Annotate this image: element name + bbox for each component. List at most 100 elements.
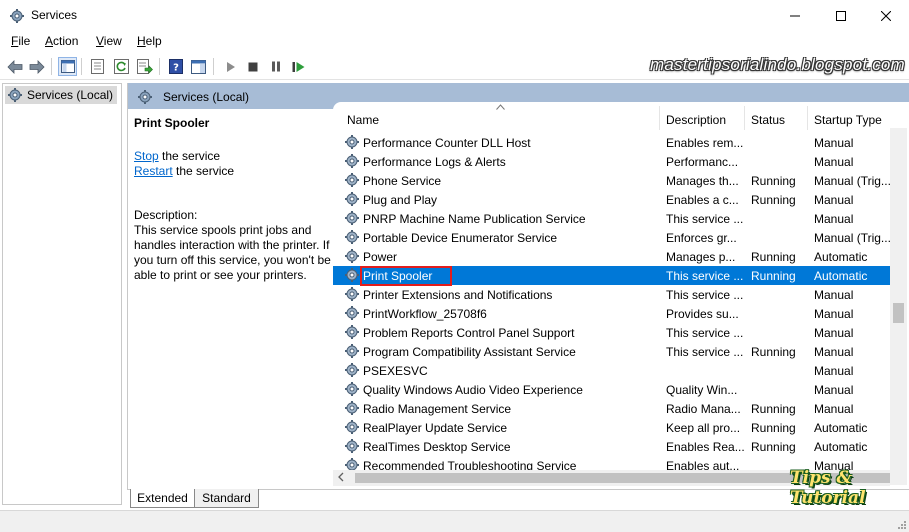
service-description-cell: Manages th... (666, 174, 739, 188)
service-status-cell: Running (751, 421, 796, 435)
show-action-pane-button[interactable] (189, 57, 208, 76)
column-header-name[interactable]: Name (342, 102, 657, 130)
menu-view[interactable]: View (96, 34, 122, 48)
service-name-cell: Plug and Play (363, 193, 438, 207)
column-header-status[interactable]: Status (746, 102, 808, 130)
column-divider[interactable] (744, 106, 745, 130)
close-button[interactable] (863, 0, 909, 31)
menu-bar: File Action View Help (0, 31, 909, 53)
service-row[interactable]: Print Spooler This service ... Running Auto… (333, 266, 895, 286)
service-gear-icon (344, 210, 360, 226)
service-startup-type-cell: Automatic (814, 250, 868, 264)
service-row[interactable]: PrintWorkflow_25708f6 Provides su... Manua… (333, 304, 895, 323)
scroll-left-arrow-icon[interactable] (338, 472, 344, 482)
description-label: Description: (134, 208, 198, 222)
column-divider[interactable] (659, 106, 660, 130)
export-list-button[interactable] (135, 57, 154, 76)
service-startup-type-cell: Automatic (814, 440, 868, 454)
service-startup-type-cell: Manual (Trig... (814, 174, 891, 188)
service-description-cell: Provides su... (666, 307, 739, 321)
description-text: This service spools print jobs and handl… (134, 223, 331, 282)
service-row[interactable]: Printer Extensions and Notifications This… (333, 285, 895, 304)
service-gear-icon (344, 153, 360, 169)
tips-tutorial-logo: Tips & Tutorial (790, 468, 866, 508)
menu-help[interactable]: Help (137, 34, 162, 48)
service-name-cell: Performance Logs & Alerts (363, 155, 506, 169)
tab-extended[interactable]: Extended (130, 489, 195, 508)
service-description-cell: This service ... (666, 326, 744, 340)
service-row[interactable]: Portable Device Enumerator Service Enforc… (333, 228, 895, 247)
service-row[interactable]: Performance Logs & Alerts Performanc... Ma… (333, 152, 895, 171)
services-panel: Services (Local) Print Spooler Stop the … (127, 83, 909, 508)
vertical-scrollbar-thumb[interactable] (893, 303, 904, 323)
service-description-cell: Quality Win... (666, 383, 738, 397)
service-startup-type-cell: Manual (814, 364, 854, 378)
service-gear-icon (344, 267, 360, 283)
minimize-button[interactable] (772, 0, 818, 31)
start-service-button[interactable] (221, 57, 240, 76)
services-gear-icon (138, 90, 152, 104)
services-app-icon (10, 9, 24, 23)
forward-button[interactable] (27, 57, 46, 76)
service-row[interactable]: RealTimes Desktop Service Enables Rea... R… (333, 437, 895, 456)
column-header-description[interactable]: Description (661, 102, 745, 130)
menu-action[interactable]: Action (45, 34, 78, 48)
menu-file[interactable]: File (11, 34, 30, 48)
service-startup-type-cell: Manual (814, 193, 854, 207)
highlight-box (360, 266, 452, 286)
tree-item-services-local[interactable]: Services (Local) (5, 86, 117, 104)
service-gear-icon (344, 400, 360, 416)
service-status-cell: Running (751, 269, 796, 283)
service-startup-type-cell: Manual (814, 307, 854, 321)
service-description-cell: This service ... (666, 212, 744, 226)
help-button[interactable]: ? (166, 57, 185, 76)
restart-service-text: the service (172, 164, 235, 178)
service-startup-type-cell: Automatic (814, 269, 868, 283)
back-arrow-icon (6, 59, 22, 74)
service-name-cell: Radio Management Service (363, 402, 512, 416)
service-row[interactable]: Problem Reports Control Panel Support Thi… (333, 323, 895, 342)
service-row[interactable]: Phone Service Manages th... Running Manual … (333, 171, 895, 190)
refresh-button[interactable] (112, 57, 131, 76)
pause-service-button[interactable] (266, 57, 285, 76)
service-gear-icon (344, 134, 360, 150)
maximize-button[interactable] (818, 0, 864, 31)
resize-grip-icon[interactable] (896, 519, 906, 529)
back-button[interactable] (5, 57, 24, 76)
properties-button[interactable] (88, 57, 107, 76)
service-row[interactable]: Plug and Play Enables a c... Running Manual (333, 190, 895, 209)
maximize-icon (836, 10, 846, 21)
service-row[interactable]: Program Compatibility Assistant Service T… (333, 342, 895, 361)
service-gear-icon (344, 362, 360, 378)
show-hide-console-tree-button[interactable] (58, 57, 77, 76)
service-status-cell: Running (751, 193, 796, 207)
service-row[interactable]: RealPlayer Update Service Keep all pro...… (333, 418, 895, 437)
service-description-cell: Performanc... (666, 155, 739, 169)
panel-title: Services (Local) (163, 90, 250, 104)
restart-service-link[interactable]: Restart (134, 164, 173, 178)
service-row[interactable]: Quality Windows Audio Video Experience Qu… (333, 380, 895, 399)
column-divider[interactable] (807, 106, 808, 130)
service-name-cell: Printer Extensions and Notifications (363, 288, 553, 302)
stop-service-text: the service (158, 149, 221, 163)
tree-item-label: Services (Local) (27, 88, 114, 102)
service-startup-type-cell: Manual (814, 288, 854, 302)
refresh-icon (114, 59, 129, 74)
service-row[interactable]: Power Manages p... Running Automatic (333, 247, 895, 266)
service-status-cell: Running (751, 174, 796, 188)
service-row[interactable]: PNRP Machine Name Publication Service Thi… (333, 209, 895, 228)
service-row[interactable]: Performance Counter DLL Host Enables rem.… (333, 133, 895, 152)
column-header-startup-type[interactable]: Startup Type (809, 102, 899, 130)
pause-icon (271, 61, 280, 72)
service-description-cell: This service ... (666, 288, 744, 302)
service-row[interactable]: PSEXESVC Manual (333, 361, 895, 380)
stop-icon (248, 62, 257, 71)
service-status-cell: Running (751, 402, 796, 416)
title-bar: Services (0, 0, 909, 31)
vertical-scrollbar[interactable] (890, 128, 907, 485)
stop-service-link[interactable]: Stop (134, 149, 159, 163)
restart-service-button[interactable] (289, 57, 308, 76)
tab-standard[interactable]: Standard (195, 489, 259, 508)
service-row[interactable]: Radio Management Service Radio Mana... Run… (333, 399, 895, 418)
stop-service-button[interactable] (243, 57, 262, 76)
